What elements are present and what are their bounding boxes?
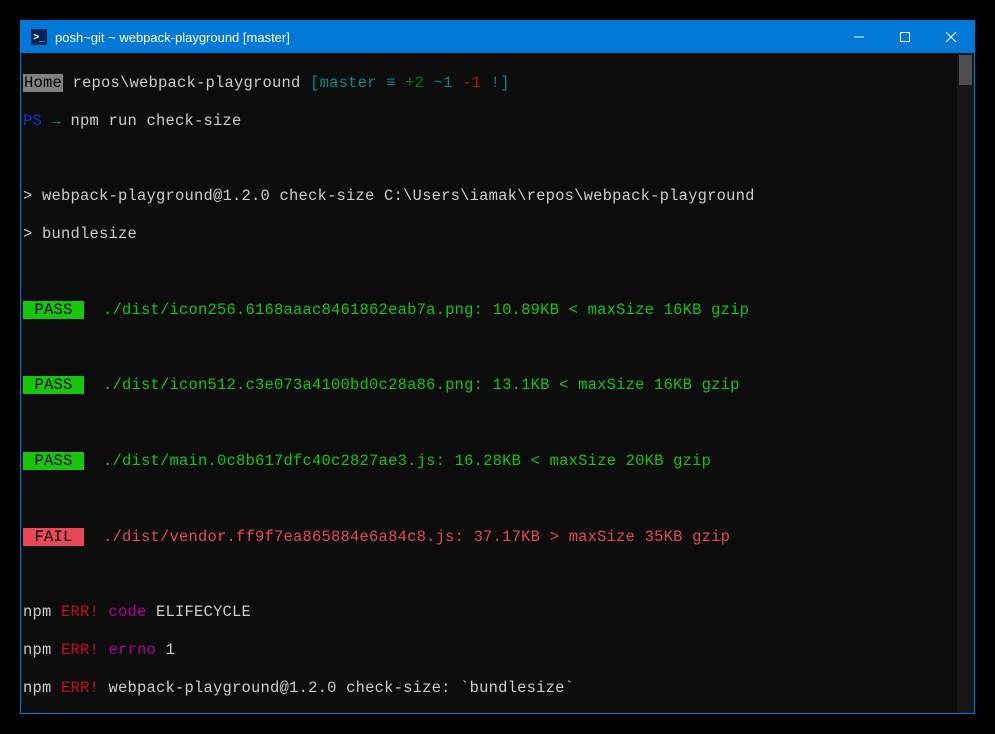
command-text: npm run check-size [71, 112, 242, 130]
powershell-icon: >_ [31, 29, 47, 45]
home-badge: Home [23, 74, 63, 92]
terminal-window: >_ posh~git ~ webpack-playground [master… [20, 20, 975, 714]
bracket-close: ] [500, 74, 510, 92]
window-controls [836, 21, 974, 53]
branch-eq: ≡ [377, 74, 406, 92]
window-title: posh~git ~ webpack-playground [master] [55, 30, 836, 45]
git-added: +2 [405, 74, 424, 92]
err-label: ERR! [52, 603, 100, 621]
result-line-2: ./dist/icon512.c3e073a4100bd0c28a86.png:… [84, 376, 740, 394]
err-code-label: code [99, 603, 147, 621]
result-line-4: ./dist/vendor.ff9f7ea865884e6a84c8.js: 3… [84, 528, 730, 546]
pass-badge: PASS [23, 452, 84, 470]
ps-label: PS [23, 112, 42, 130]
pass-badge: PASS [23, 376, 84, 394]
git-bang: ! [481, 74, 500, 92]
npm-label: npm [23, 679, 52, 697]
scrollbar[interactable] [957, 53, 974, 713]
prompt-path: repos\webpack-playground [63, 74, 310, 92]
fail-badge: FAIL [23, 528, 84, 546]
maximize-button[interactable] [882, 21, 928, 53]
npm-label: npm [23, 641, 52, 659]
close-button[interactable] [928, 21, 974, 53]
git-deleted: -1 [462, 74, 481, 92]
err-label: ERR! [52, 679, 100, 697]
prompt-arrow: → [42, 112, 71, 130]
result-line-3: ./dist/main.0c8b617dfc40c2827ae3.js: 16.… [84, 452, 711, 470]
terminal-body: Home repos\webpack-playground [master ≡ … [21, 53, 974, 713]
minimize-button[interactable] [836, 21, 882, 53]
branch-name: master [320, 74, 377, 92]
bracket-open: [ [310, 74, 320, 92]
err-label: ERR! [52, 641, 100, 659]
result-line-1: ./dist/icon256.6168aaac8461862eab7a.png:… [84, 301, 749, 319]
scrollbar-thumb[interactable] [959, 55, 972, 85]
err-errno-value: 1 [156, 641, 175, 659]
err-checksize-1: webpack-playground@1.2.0 check-size: `bu… [99, 679, 574, 697]
pass-badge: PASS [23, 301, 84, 319]
npm-run-header-1: > webpack-playground@1.2.0 check-size C:… [23, 187, 755, 205]
err-errno-label: errno [99, 641, 156, 659]
npm-label: npm [23, 603, 52, 621]
terminal-output[interactable]: Home repos\webpack-playground [master ≡ … [21, 53, 957, 713]
err-code-value: ELIFECYCLE [147, 603, 252, 621]
titlebar[interactable]: >_ posh~git ~ webpack-playground [master… [21, 21, 974, 53]
git-modified: ~1 [424, 74, 462, 92]
npm-run-header-2: > bundlesize [23, 225, 137, 243]
